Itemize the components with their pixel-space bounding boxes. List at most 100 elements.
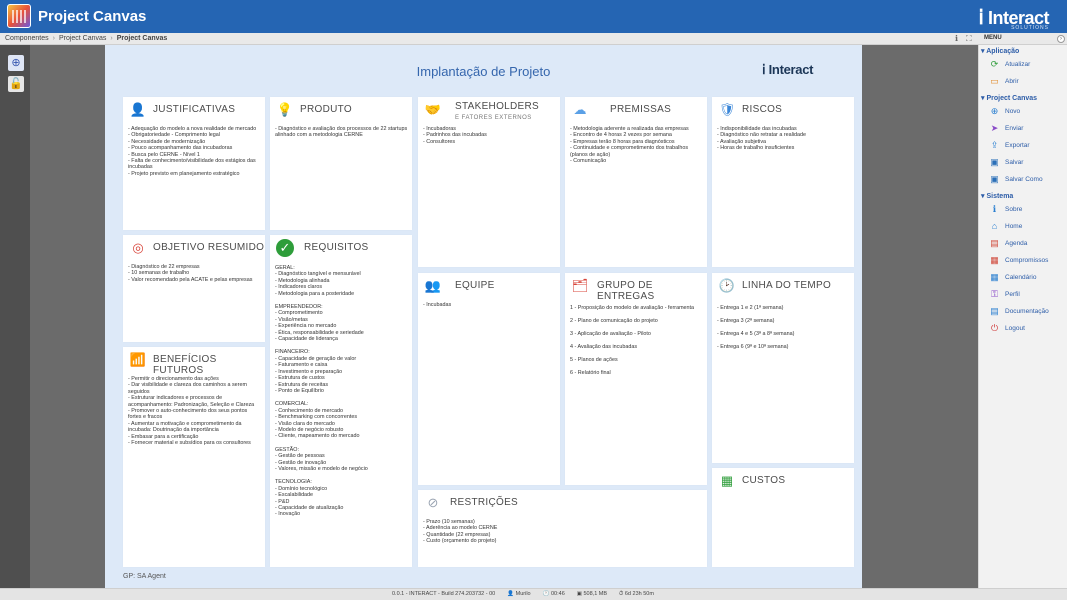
save-as-icon: ▣	[990, 174, 999, 184]
team-icon: 👥	[424, 278, 442, 293]
menu-item[interactable]: ⏻ Logout	[989, 323, 1025, 334]
fullscreen-icon[interactable]: ⛶	[966, 34, 972, 44]
menu-section-title[interactable]: ▾ Aplicação	[981, 47, 1019, 55]
card-stakeholders[interactable]: 🤝 STAKEHOLDERS E FATORES EXTERNOS - Incu…	[418, 97, 560, 267]
menu-section-label: Aplicação	[986, 48, 1020, 55]
menu-item[interactable]: ⚿ Perfil	[989, 289, 1020, 300]
menu-item[interactable]: ▦ Compromissos	[989, 255, 1048, 266]
save-icon: ▣	[990, 157, 999, 167]
card-equipe[interactable]: 👥 EQUIPE - Incubadas	[418, 273, 560, 485]
list-item: - Diagnóstico e avaliação dos processos …	[275, 126, 408, 139]
card-list: - Indisponibilidade das incubadas - Diagn…	[717, 126, 850, 152]
list-item: - Entrega 6 (9ª e 10ª semana)	[717, 344, 789, 350]
menu-item[interactable]: ⇪ Exportar	[989, 140, 1030, 151]
menu-collapse-icon[interactable]: ›	[1057, 35, 1065, 43]
card-entregas[interactable]: 🗂 GRUPO DE ENTREGAS 1 - Proposição do mo…	[565, 273, 707, 485]
title-bar: Project Canvas ⅰ Interact SOLUTIONS	[0, 0, 1067, 33]
status-user-name: Murilo	[515, 591, 531, 597]
list-item: - Capacidade de liderança	[275, 336, 338, 343]
docs-icon: ▤	[990, 306, 999, 316]
list-item: - Ponto de Equilíbrio	[275, 387, 324, 394]
menu-section-title[interactable]: ▾ Project Canvas	[981, 94, 1037, 102]
status-uptime-value: 6d 23h 50m	[624, 591, 654, 597]
card-linha-do-tempo[interactable]: 🕑 LINHA DO TEMPO - Entrega 1 e 2 (1ª sem…	[712, 273, 854, 463]
card-premissas[interactable]: ☁ PREMISSAS - Metodologia aderente a rea…	[565, 97, 707, 267]
status-time: 🕑 00:46	[542, 591, 565, 597]
menu-item-label: Home	[1005, 223, 1023, 230]
lock-icon[interactable]: 🔓	[8, 76, 24, 92]
chevron-right-icon: ›	[110, 35, 113, 42]
card-title: OBJETIVO RESUMIDO	[153, 242, 265, 253]
appointments-icon: ▦	[990, 255, 999, 265]
zoom-icon[interactable]: ⊕	[8, 55, 24, 71]
card-list: - Prazo (10 semanas) - Aderência ao model…	[423, 519, 703, 545]
card-title: GRUPO DE ENTREGAS	[597, 280, 655, 302]
menu-item-label: Sobre	[1005, 206, 1023, 213]
card-title: REQUISITOS	[304, 242, 369, 253]
menu-item[interactable]: ▭ Abrir	[989, 76, 1019, 87]
menu-item-label: Novo	[1005, 108, 1021, 115]
app-title: Project Canvas	[38, 8, 147, 25]
status-uptime: ⏱ 6d 23h 50m	[619, 591, 654, 597]
card-riscos[interactable]: 🛡 RISCOS - Indisponibilidade das incubad…	[712, 97, 854, 267]
card-requisitos[interactable]: ✓ REQUISITOS GERAL: - Diagnóstico tangíve…	[270, 235, 412, 567]
status-time-value: 00:46	[551, 591, 565, 597]
list-item: - Fornecer material e subsídios para os …	[128, 440, 251, 447]
menu-item[interactable]: ▦ Calendário	[989, 272, 1036, 283]
menu-section-label: Project Canvas	[986, 95, 1038, 102]
canvas-brand: ⅰ Interact	[762, 62, 814, 77]
side-menu: ▾ Aplicação ⟳ Atualizar ▭ Abrir ▾ Project Can…	[978, 45, 1067, 588]
menu-item[interactable]: ➤ Enviar	[989, 123, 1024, 134]
person-icon: 👤	[129, 102, 147, 117]
cloud-icon: ☁	[573, 102, 587, 117]
canvas-brand-name: Interact	[768, 62, 814, 77]
breadcrumb-item[interactable]: Componentes	[5, 35, 49, 42]
menu-item[interactable]: ⟳ Atualizar	[989, 59, 1031, 70]
page-title: Implantação de Projeto	[416, 64, 551, 79]
bar-chart-icon: 📶	[129, 352, 147, 367]
menu-item[interactable]: ⊕ Novo	[989, 106, 1020, 117]
menu-item-label: Atualizar	[1005, 61, 1031, 68]
list-item: - Incubadas	[423, 302, 452, 308]
card-produto[interactable]: 💡 PRODUTO - Diagnóstico e avaliação dos …	[270, 97, 412, 230]
list-item: - Entrega 4 e 5 (3ª a 8ª semana)	[717, 331, 795, 337]
menu-item[interactable]: ℹ Sobre	[989, 204, 1023, 215]
menu-item[interactable]: ▣ Salvar Como	[989, 174, 1042, 185]
menu-item[interactable]: ⌂ Home	[989, 221, 1023, 232]
menu-item[interactable]: ▤ Documentação	[989, 306, 1049, 317]
list-item: - Projeto previsto em planejamento estra…	[128, 170, 240, 177]
menu-item-label: Logout	[1005, 325, 1025, 332]
menu-section-title[interactable]: ▾ Sistema	[981, 192, 1013, 200]
list-item: - Estruturar indicadores e processos de …	[128, 395, 255, 408]
card-list: - Diagnóstico de 22 empresas - 10 semanas…	[128, 264, 261, 283]
list-item: 3 - Aplicação de avaliação - Piloto	[570, 331, 651, 337]
menu-item-label: Perfil	[1005, 291, 1020, 298]
list-item: - Continuidade e comprometimento dos tra…	[570, 145, 689, 158]
list-item: - Aumentar a motivação e comprometimento…	[128, 420, 242, 434]
card-objetivo[interactable]: ◎ OBJETIVO RESUMIDO - Diagnóstico de 22 …	[123, 235, 265, 342]
menu-item-label: Enviar	[1005, 125, 1024, 132]
card-justificativas[interactable]: 👤 JUSTIFICATIVAS - Adequação do modelo a…	[123, 97, 265, 230]
card-title: PRODUTO	[300, 104, 352, 115]
handshake-icon: 🤝	[424, 102, 442, 117]
info-icon[interactable]: ℹ	[955, 34, 958, 44]
breadcrumb-item[interactable]: Project Canvas	[59, 35, 106, 42]
card-title: EQUIPE	[455, 280, 495, 291]
menu-item[interactable]: ▤ Agenda	[989, 238, 1027, 249]
breadcrumb-bar: Componentes › Project Canvas › Project Can…	[0, 33, 1067, 45]
list-item: 4 - Avaliação das incubadas	[570, 344, 638, 350]
menu-item-label: Exportar	[1005, 142, 1030, 149]
home-icon: ⌂	[991, 221, 998, 231]
card-list: - Adequação do modelo a nova realidade d…	[128, 126, 261, 177]
list-item: 2 - Plano de comunicação do projeto	[570, 318, 658, 324]
card-restricoes[interactable]: ⊘ RESTRIÇÕES - Prazo (10 semanas) - Aderê…	[418, 490, 707, 567]
menu-section-label: Sistema	[986, 193, 1014, 200]
card-list: - Incubadas	[423, 302, 556, 308]
card-beneficios[interactable]: 📶 BENEFÍCIOS FUTUROS - Permitir o direci…	[123, 347, 265, 567]
card-custos[interactable]: ▦ CUSTOS	[712, 468, 854, 567]
list-item: - Cliente, mapeamento do mercado	[275, 433, 360, 440]
card-title: CUSTOS	[742, 475, 786, 486]
calendar-icon: ▦	[990, 272, 999, 282]
menu-item[interactable]: ▣ Salvar	[989, 157, 1023, 168]
deliverables-icon: 🗂	[571, 278, 589, 293]
